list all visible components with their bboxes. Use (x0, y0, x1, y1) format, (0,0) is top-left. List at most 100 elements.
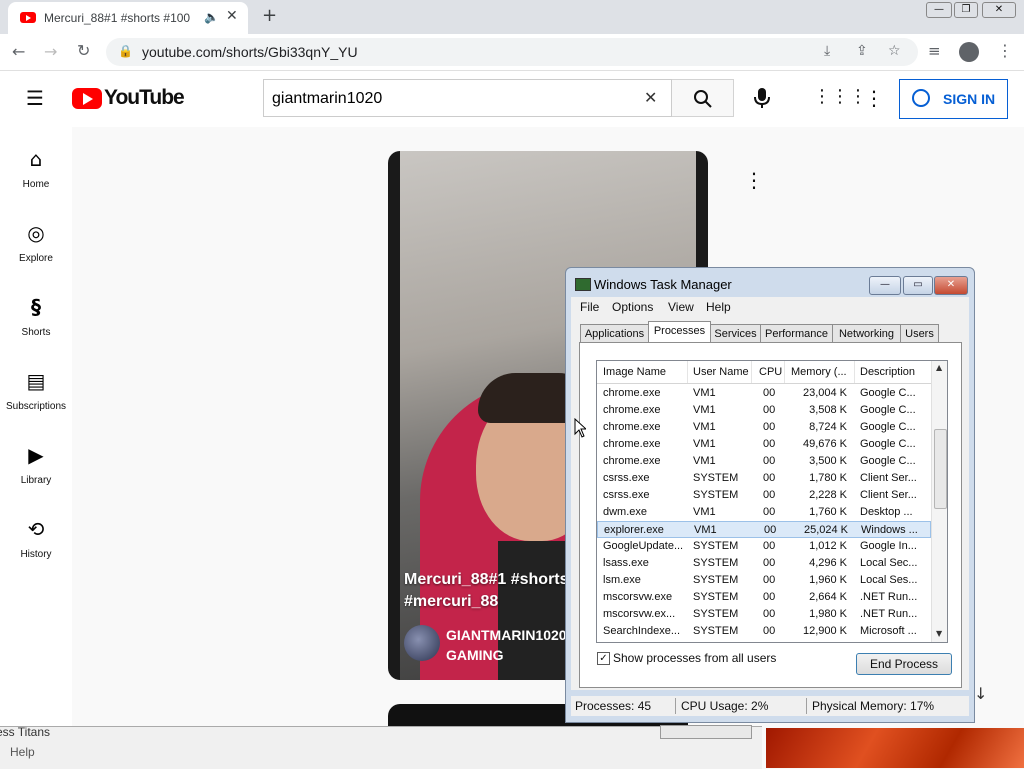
tm-close-icon[interactable]: ✕ (934, 276, 968, 295)
process-cell-cpu: 00 (763, 404, 776, 416)
col-cpu[interactable]: CPU (759, 366, 782, 378)
process-row[interactable]: chrome.exe VM1 00 3,508 K Google C... (597, 402, 931, 419)
speaker-icon[interactable]: 🔈 (204, 10, 219, 24)
nav-item-subscriptions[interactable]: ▤ Subscriptions (0, 355, 72, 429)
task-manager-window: Windows Task Manager — ▭ ✕ File Options … (565, 267, 975, 723)
tm-menu-options[interactable]: Options (612, 300, 653, 314)
nav-item-shorts[interactable]: § Shorts (0, 281, 72, 355)
nav-item-library[interactable]: ▶ Library (0, 429, 72, 503)
voice-search-button[interactable] (752, 86, 772, 110)
sign-in-button[interactable]: SIGN IN (899, 79, 1008, 119)
media-control-icon[interactable]: ≡ (928, 42, 941, 60)
share-icon[interactable]: ⇪ (856, 43, 868, 59)
process-row[interactable]: chrome.exe VM1 00 23,004 K Google C... (597, 385, 931, 402)
process-cell-mem: 3,500 K (809, 455, 847, 467)
chrome-menu-icon[interactable]: ⋮ (997, 41, 1013, 60)
background-window-menu-help[interactable]: Help (10, 745, 35, 759)
history-icon: ⟲ (27, 517, 45, 541)
background-window-controls[interactable] (660, 725, 752, 739)
tab-processes[interactable]: Processes (648, 321, 711, 343)
col-user-name[interactable]: User Name (693, 366, 749, 378)
process-cell-user: VM1 (693, 438, 716, 450)
tab-users[interactable]: Users (900, 324, 939, 342)
mouse-cursor-icon (574, 418, 586, 438)
process-row[interactable]: chrome.exe VM1 00 49,676 K Google C... (597, 436, 931, 453)
process-cell-cpu: 00 (763, 472, 776, 484)
process-cell-cpu: 00 (763, 540, 776, 552)
tab-title: Mercuri_88#1 #shorts #100 (44, 11, 191, 25)
profile-icon[interactable] (959, 42, 979, 62)
tm-body: Applications Processes Services Performa… (571, 317, 969, 690)
tab-networking[interactable]: Networking (832, 324, 901, 342)
short-title[interactable]: Mercuri_88#1 #shorts #mercuri_88 (404, 569, 584, 613)
nav-item-history[interactable]: ⟲ History (0, 503, 72, 577)
process-list-scrollbar[interactable]: ▲ ▼ (931, 361, 947, 642)
show-all-label: Show processes from all users (613, 651, 777, 665)
youtube-logo-icon[interactable] (72, 88, 102, 109)
end-process-button[interactable]: End Process (856, 653, 952, 675)
process-row[interactable]: SearchIndexe... SYSTEM 00 12,900 K Microsoft… (597, 623, 931, 640)
lock-icon[interactable]: 🔒 (118, 44, 133, 58)
more-actions-icon[interactable]: ⋮ (744, 168, 764, 192)
browser-toolbar: ← → ↻ 🔒 youtube.com/shorts/Gbi33qnY_YU ⤓… (0, 34, 1024, 71)
tm-menu-view[interactable]: View (668, 300, 694, 314)
col-image-name[interactable]: Image Name (603, 366, 666, 378)
process-row[interactable]: mscorsvw.ex... SYSTEM 00 1,980 K .NET Run... (597, 606, 931, 623)
process-row[interactable]: dwm.exe VM1 00 1,760 K Desktop ... (597, 504, 931, 521)
process-row[interactable]: csrss.exe SYSTEM 00 2,228 K Client Ser... (597, 487, 931, 504)
channel-name[interactable]: GIANTMARIN1020 GAMING (446, 625, 576, 665)
new-tab-icon[interactable]: + (262, 5, 277, 26)
close-window-icon[interactable]: ✕ (982, 2, 1016, 18)
install-app-icon[interactable]: ⤓ (824, 43, 830, 59)
youtube-logo-text[interactable]: YouTube (104, 86, 185, 110)
hamburger-menu-icon[interactable]: ☰ (26, 86, 44, 110)
search-icon (694, 90, 712, 108)
reload-icon[interactable]: ↻ (77, 41, 90, 60)
nav-item-explore[interactable]: ◎ Explore (0, 207, 72, 281)
minimize-window-icon[interactable]: — (926, 2, 952, 18)
url-text[interactable]: youtube.com/shorts/Gbi33qnY_YU (142, 44, 358, 60)
tm-maximize-icon[interactable]: ▭ (903, 276, 933, 295)
tm-minimize-icon[interactable]: — (869, 276, 901, 295)
col-description[interactable]: Description (860, 366, 915, 378)
process-cell-cpu: 00 (763, 557, 776, 569)
process-row[interactable]: csrss.exe SYSTEM 00 1,780 K Client Ser... (597, 470, 931, 487)
account-icon (912, 89, 930, 107)
process-cell-mem: 1,760 K (809, 506, 847, 518)
tab-performance[interactable]: Performance (760, 324, 833, 342)
process-row[interactable]: GoogleUpdate... SYSTEM 00 1,012 K Google In.… (597, 538, 931, 555)
nav-label: Shorts (21, 327, 51, 338)
nav-item-home[interactable]: ⌂ Home (0, 133, 72, 207)
back-icon[interactable]: ← (12, 42, 25, 61)
process-row[interactable]: lsass.exe SYSTEM 00 4,296 K Local Sec... (597, 555, 931, 572)
col-memory[interactable]: Memory (... (791, 366, 847, 378)
channel-avatar[interactable] (404, 625, 440, 661)
process-row[interactable]: mscorsvw.exe SYSTEM 00 2,664 K .NET Run... (597, 589, 931, 606)
search-button[interactable] (672, 79, 734, 117)
tab-applications[interactable]: Applications (580, 324, 649, 342)
tm-menu-file[interactable]: File (580, 300, 599, 314)
scrollbar-thumb[interactable] (934, 429, 947, 509)
scroll-up-icon[interactable]: ▲ (936, 363, 942, 372)
restore-window-icon[interactable]: ❐ (954, 2, 978, 18)
process-cell-desc: Google C... (860, 421, 916, 433)
show-all-checkbox[interactable]: ✓ (597, 652, 610, 665)
browser-tab[interactable]: Mercuri_88#1 #shorts #100 🔈 ✕ (8, 2, 248, 34)
address-bar[interactable]: 🔒 youtube.com/shorts/Gbi33qnY_YU ⤓ ⇪ ☆ (106, 38, 918, 66)
tab-services[interactable]: Services (710, 324, 761, 342)
apps-grid-icon[interactable]: ⋮⋮⋮ (813, 86, 867, 107)
scroll-down-icon[interactable]: ▼ (936, 629, 942, 638)
tm-menu-help[interactable]: Help (706, 300, 731, 314)
bookmark-star-icon[interactable]: ☆ (888, 43, 901, 59)
clear-search-icon[interactable]: ✕ (644, 88, 657, 107)
scroll-down-arrow-icon[interactable]: ↓ (974, 684, 987, 703)
settings-dots-icon[interactable]: ⋮ (864, 86, 884, 110)
forward-icon[interactable]: → (44, 42, 57, 61)
close-tab-icon[interactable]: ✕ (226, 8, 238, 24)
search-input[interactable] (270, 87, 634, 111)
process-row[interactable]: explorer.exe VM1 00 25,024 K Windows ... (597, 521, 931, 538)
process-row[interactable]: lsm.exe SYSTEM 00 1,960 K Local Ses... (597, 572, 931, 589)
process-row[interactable]: chrome.exe VM1 00 3,500 K Google C... (597, 453, 931, 470)
process-list[interactable]: Image Name ^ User Name CPU Memory (... D… (596, 360, 948, 643)
process-row[interactable]: chrome.exe VM1 00 8,724 K Google C... (597, 419, 931, 436)
